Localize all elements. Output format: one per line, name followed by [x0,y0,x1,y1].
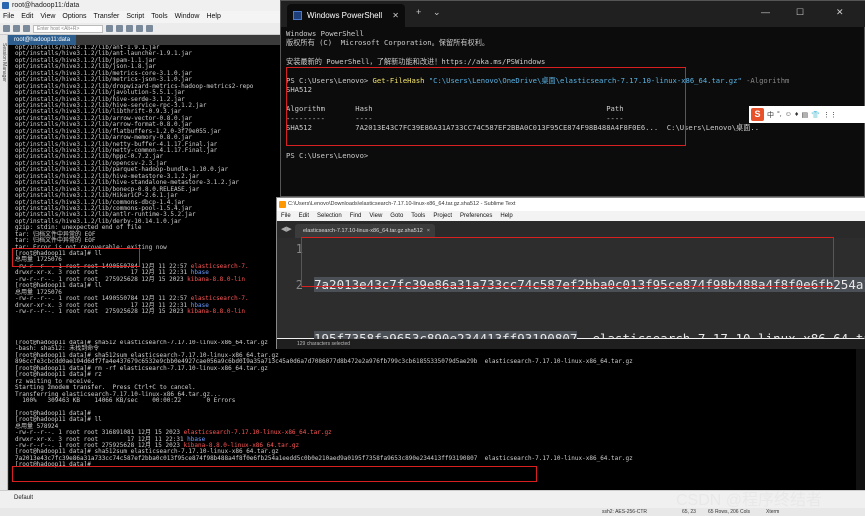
sublime-tab-close-icon[interactable]: × [427,224,430,238]
xshell-toolbar: Enter host <Alt+R> [0,23,290,35]
dropdown-icon[interactable]: ⌄ [433,7,441,18]
paste-icon[interactable] [126,25,133,32]
menu-item-edit[interactable]: Edit [21,11,33,23]
menu-item-help[interactable]: Help [500,211,512,221]
session-manager-panel[interactable]: Session Manager [0,35,8,490]
menu-item-preferences[interactable]: Preferences [460,211,492,221]
reconnect-icon[interactable] [106,25,113,32]
ls-filename: kibana-8.8.0-lin [187,275,245,283]
highlight-sublime-hash [301,237,834,287]
powershell-titlebar: Windows PowerShell ✕ + ⌄ — ☐ ✕ [281,1,865,27]
menu-item-selection[interactable]: Selection [317,211,342,221]
xshell-app-icon [2,2,9,9]
selection-status: 129 characters selected [297,341,351,347]
sogou-item[interactable]: ♦ [795,111,799,118]
xshell-menu-bar: File Edit View Options Transfer Script Tools Wi… [0,11,290,23]
new-session-icon[interactable] [3,25,10,32]
tab-nav-icon[interactable]: ◀▶ [281,225,292,233]
xshell-title: root@hadoop11:/data [12,2,80,9]
sogou-item[interactable]: 👕 [811,111,820,119]
menu-item-file[interactable]: File [281,211,291,221]
ps-line: 安装最新的 PowerShell，了解新功能和改进！https://aka.ms… [286,57,546,67]
sogou-item[interactable]: ⋮⋮ [823,111,837,119]
menu-item-find[interactable]: Find [350,211,362,221]
menu-item-project[interactable]: Project [433,211,452,221]
default-tab[interactable]: Default [14,495,33,501]
menu-item-goto[interactable]: Goto [390,211,403,221]
session-manager-label: Session Manager [1,43,7,82]
status-ssh: ssh2: AES-256-CTR [602,509,648,515]
find-icon[interactable] [136,25,143,32]
highlight-powershell-hash [286,67,686,146]
copy-icon[interactable] [116,25,123,32]
maximize-icon[interactable]: ☐ [796,7,804,18]
highlight-linux-hash [12,466,537,482]
sublime-status-bar: 129 characters selected [277,339,865,349]
close-icon[interactable]: ✕ [836,7,844,18]
tab-close-icon[interactable]: ✕ [392,4,399,27]
line-number: 2 [295,278,303,292]
menu-item-tools[interactable]: Tools [411,211,425,221]
print-icon[interactable] [146,25,153,32]
sogou-item[interactable]: ▤ [801,111,808,119]
csdn-watermark: CSDN @程序终结者 [676,492,823,509]
menu-item-tools[interactable]: Tools [151,11,167,23]
menu-item-options[interactable]: Options [62,11,86,23]
menu-item-script[interactable]: Script [126,11,144,23]
sublime-tab-strip: ◀▶ elasticsearch-7.17.10-linux-x86_64.ta… [277,221,865,238]
ls-row: -rw-r--r--. 1 root root 275925628 12月 15… [15,307,286,315]
ps-line: Windows PowerShell [286,29,364,38]
menu-item-help[interactable]: Help [206,11,220,23]
sublime-file-tab[interactable]: elasticsearch-7.17.10-linux-x86_64.tar.g… [295,224,435,238]
sogou-ime-toolbar[interactable]: S 中 °, ☺ ♦ ▤ 👕 ⋮⋮ [749,106,865,123]
sogou-item[interactable]: ☺ [785,111,792,118]
minimize-icon[interactable]: — [761,7,770,17]
open-folder-icon[interactable] [13,25,20,32]
menu-item-view[interactable]: View [40,11,55,23]
ls-meta: -rw-r--r--. 1 root root 275925628 12月 15… [15,307,188,315]
ps-prompt-final[interactable]: PS C:\Users\Lenovo> [286,151,861,160]
ps-line: 版权所有 (C) Microsoft Corporation。保留所有权利。 [286,38,490,48]
sogou-item[interactable]: 中 [767,110,774,120]
line-number [277,258,303,276]
ls-filename: kibana-8.8.0-lin [187,307,245,315]
sogou-logo-icon[interactable]: S [751,108,764,121]
powershell-tab[interactable]: Windows PowerShell ✕ [287,4,405,27]
highlight-gzip-error [12,248,140,267]
tab-session[interactable]: root@hadoop11:data [8,35,77,45]
powershell-tab-title: Windows PowerShell [307,11,383,20]
new-tab-icon[interactable]: + [416,7,421,17]
menu-item-edit[interactable]: Edit [299,211,309,221]
menu-item-window[interactable]: Window [175,11,200,23]
sogou-item[interactable]: °, [777,111,782,118]
sublime-title-bar: C:\Users\Lenovo\Downloads\elasticsearch-… [277,198,865,211]
menu-item-view[interactable]: View [369,211,382,221]
line-number: 1 [295,242,303,256]
sublime-tab-label: elasticsearch-7.17.10-linux-x86_64.tar.g… [303,228,423,234]
menu-item-file[interactable]: File [3,11,14,23]
xshell-tab-strip: root@hadoop11:data [8,35,290,45]
ps-line [286,48,861,57]
powershell-icon [293,11,302,20]
ls-filename: elasticsearch-7.17.10-linux-x86_64.tar.g… [183,429,332,437]
ps-param: -Algorithm [741,75,790,85]
host-address-input[interactable]: Enter host <Alt+R> [33,24,103,33]
sublime-app-icon [279,201,286,208]
connect-icon[interactable] [23,25,30,32]
menu-item-transfer[interactable]: Transfer [94,11,120,23]
sublime-title: C:\Users\Lenovo\Downloads\elasticsearch-… [288,201,516,207]
sublime-menu-bar: File Edit Selection Find View Goto Tools Projec… [277,211,865,221]
